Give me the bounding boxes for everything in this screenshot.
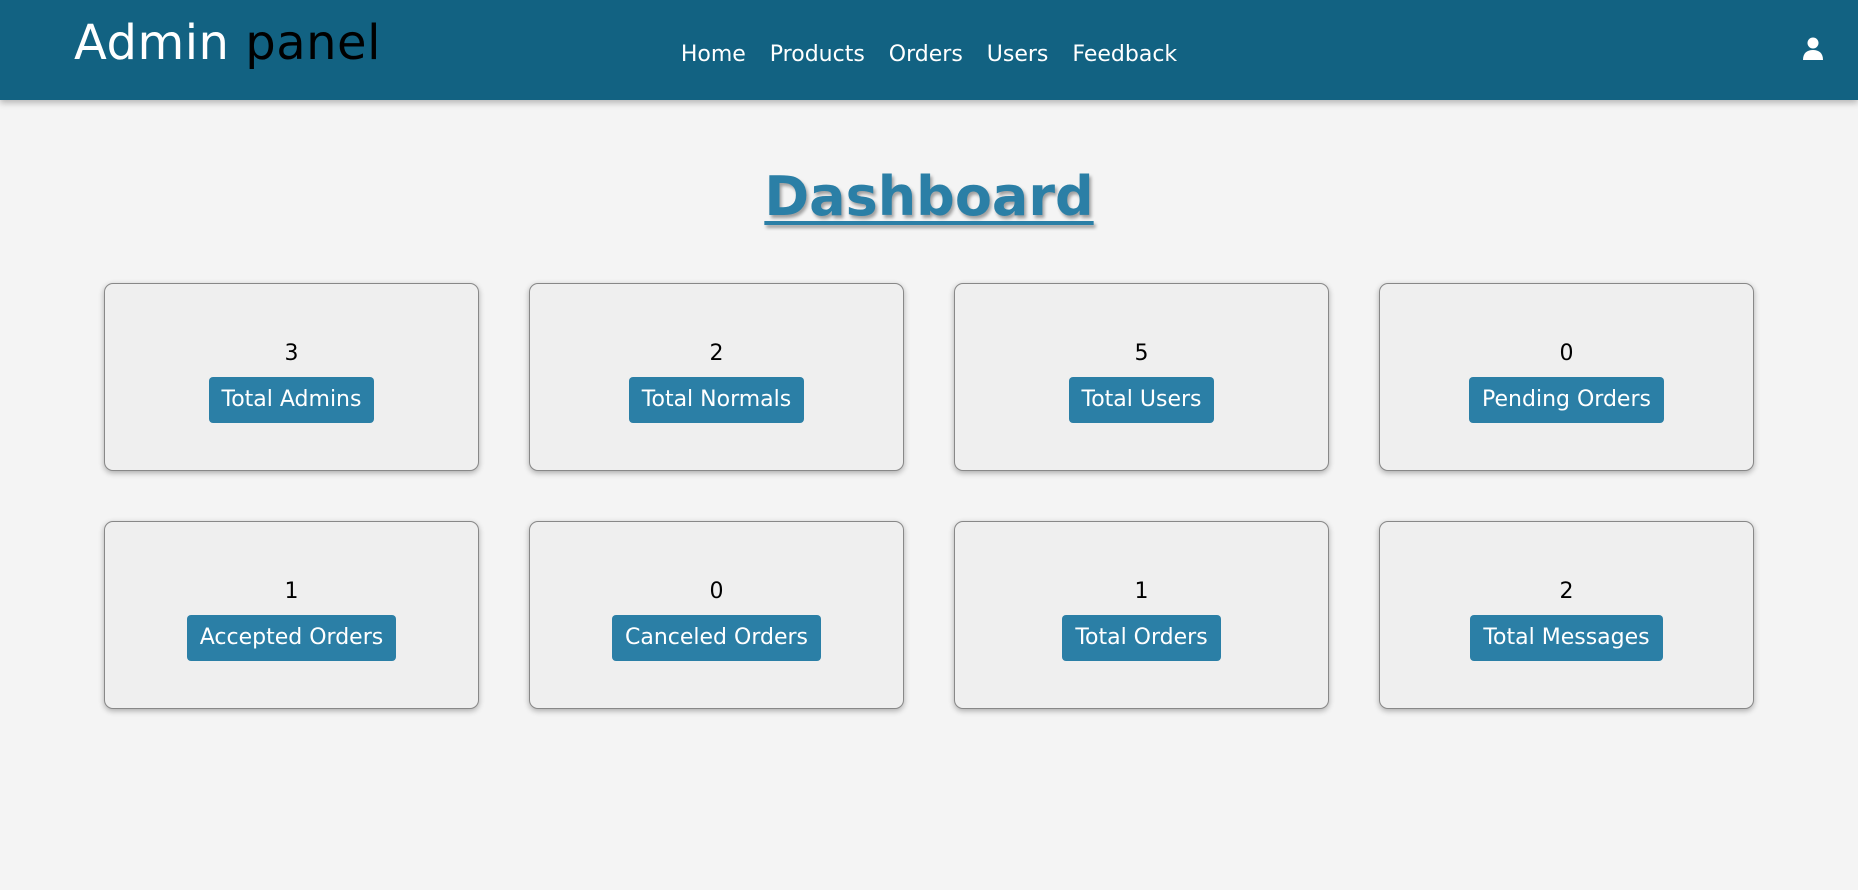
nav-orders[interactable]: Orders bbox=[877, 40, 975, 70]
stat-value: 0 bbox=[709, 579, 724, 604]
stat-card-total-orders: 1 Total Orders bbox=[954, 521, 1329, 709]
stat-card-total-admins: 3 Total Admins bbox=[104, 283, 479, 471]
total-users-button[interactable]: Total Users bbox=[1068, 377, 1215, 423]
header: Admin panel Home Products Orders Users F… bbox=[0, 0, 1858, 100]
stat-value: 2 bbox=[709, 341, 724, 366]
total-normals-button[interactable]: Total Normals bbox=[628, 377, 805, 423]
user-icon[interactable] bbox=[1802, 37, 1824, 61]
stats-grid: 3 Total Admins 2 Total Normals 5 Total U… bbox=[104, 283, 1754, 709]
stat-value: 0 bbox=[1559, 341, 1574, 366]
nav-feedback[interactable]: Feedback bbox=[1060, 40, 1189, 70]
stat-card-total-users: 5 Total Users bbox=[954, 283, 1329, 471]
total-admins-button[interactable]: Total Admins bbox=[208, 377, 375, 423]
nav-users[interactable]: Users bbox=[975, 40, 1061, 70]
nav-home[interactable]: Home bbox=[669, 40, 758, 70]
stat-value: 1 bbox=[1134, 579, 1149, 604]
stat-card-total-normals: 2 Total Normals bbox=[529, 283, 904, 471]
page-title: Dashboard bbox=[764, 165, 1094, 228]
stat-value: 1 bbox=[284, 579, 299, 604]
stat-card-canceled-orders: 0 Canceled Orders bbox=[529, 521, 904, 709]
stat-value: 2 bbox=[1559, 579, 1574, 604]
stat-card-total-messages: 2 Total Messages bbox=[1379, 521, 1754, 709]
main-nav: Home Products Orders Users Feedback bbox=[0, 40, 1858, 70]
accepted-orders-button[interactable]: Accepted Orders bbox=[186, 615, 397, 661]
total-orders-button[interactable]: Total Orders bbox=[1062, 615, 1221, 661]
pending-orders-button[interactable]: Pending Orders bbox=[1469, 377, 1664, 423]
stat-value: 3 bbox=[284, 341, 299, 366]
total-messages-button[interactable]: Total Messages bbox=[1470, 615, 1663, 661]
stat-card-pending-orders: 0 Pending Orders bbox=[1379, 283, 1754, 471]
stat-value: 5 bbox=[1134, 341, 1149, 366]
canceled-orders-button[interactable]: Canceled Orders bbox=[611, 615, 821, 661]
nav-products[interactable]: Products bbox=[758, 40, 877, 70]
stat-card-accepted-orders: 1 Accepted Orders bbox=[104, 521, 479, 709]
